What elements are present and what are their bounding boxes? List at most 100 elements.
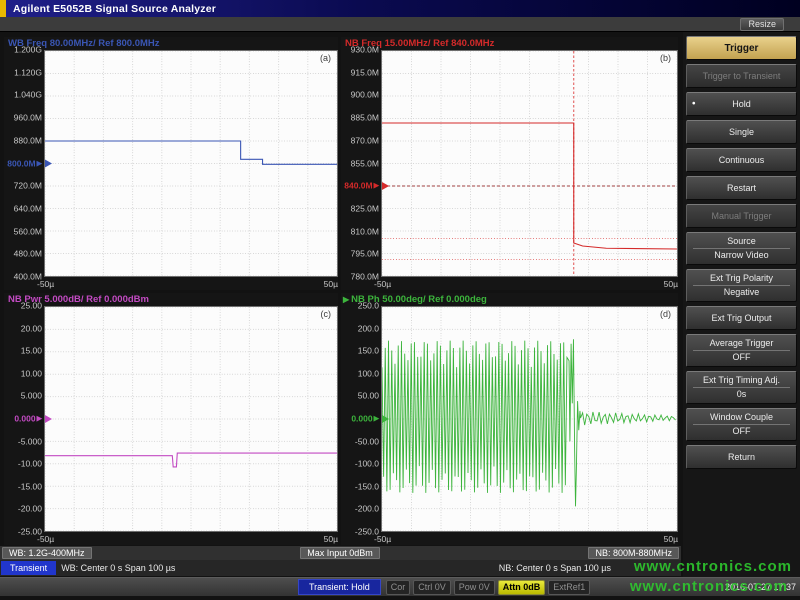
y-tick-label: 480.0M	[14, 250, 42, 259]
y-tick-label: -250.0	[355, 528, 379, 537]
status-datetime: 2016-07-27 17:37	[725, 582, 796, 592]
softkey-label: Trigger to Transient	[703, 71, 781, 82]
softkey-restart[interactable]: Restart	[686, 176, 797, 200]
y-tick-label: 720.0M	[14, 182, 42, 191]
y-tick-label: 885.0M	[351, 114, 379, 123]
y-tick-label: 915.0M	[351, 68, 379, 77]
softkey-return[interactable]: Return	[686, 445, 797, 469]
y-axis: 25.0020.0015.0010.005.0000.000▶-5.000-10…	[4, 306, 44, 532]
y-tick-label: -25.00	[18, 528, 42, 537]
x-tick-max: 50µ	[324, 534, 338, 545]
softkey-label: Hold	[732, 99, 751, 110]
x-tick-max: 50µ	[664, 534, 678, 545]
plot-area: (c)	[44, 306, 338, 532]
ref-marker-icon: ▶	[374, 415, 379, 424]
softkey-source[interactable]: SourceNarrow Video	[686, 232, 797, 265]
status-indicator-pow-0v: Pow 0V	[454, 580, 495, 595]
y-axis: 1.200G1.120G1.040G960.0M880.0M800.0M▶720…	[4, 50, 44, 277]
chart-panel-nb-phase[interactable]: ▶ NB Ph 50.00deg/ Ref 0.000deg 250.0200.…	[341, 293, 678, 545]
status-bar: Transient: Hold CorCtrl 0VPow 0VAttn 0dB…	[0, 577, 800, 596]
trace-plot	[382, 307, 677, 531]
y-tick-label: 400.0M	[14, 273, 42, 282]
y-tick-label: 560.0M	[14, 227, 42, 236]
y-tick-label: 1.040G	[14, 91, 42, 100]
y-tick-label: 960.0M	[14, 114, 42, 123]
softkey-value: Negative	[693, 285, 790, 298]
y-tick-label: 810.0M	[351, 227, 379, 236]
status-indicator-attn-0db: Attn 0dB	[498, 580, 546, 595]
x-tick-max: 50µ	[664, 279, 678, 290]
panel-label: (c)	[321, 309, 332, 319]
softkey-label: Ext Trig Polarity	[710, 273, 773, 284]
y-tick-label: 0.000▶	[14, 415, 42, 424]
chart-title: ▶ NB Ph 50.00deg/ Ref 0.000deg	[341, 293, 678, 306]
status-indicator-extref1: ExtRef1	[548, 580, 590, 595]
status-indicator-cor: Cor	[386, 580, 411, 595]
y-axis: 930.0M915.0M900.0M885.0M870.0M855.0M840.…	[341, 50, 381, 277]
max-input-label: Max Input 0dBm	[300, 547, 380, 559]
softkey-ext-trig-timing-adj[interactable]: Ext Trig Timing Adj.0s	[686, 371, 797, 404]
trace-plot	[45, 307, 337, 531]
softkey-value: 0s	[693, 387, 790, 400]
softkey-value: Narrow Video	[693, 248, 790, 261]
y-tick-label: 10.00	[21, 369, 42, 378]
ref-marker-icon: ▶	[37, 159, 42, 168]
x-axis: -50µ 50µ	[4, 532, 338, 545]
app-title: Agilent E5052B Signal Source Analyzer	[13, 3, 216, 15]
softkey-label: Continuous	[719, 155, 765, 166]
sweep-bar: Transient WB: Center 0 s Span 100 µs NB:…	[0, 560, 681, 576]
softkey-label: Manual Trigger	[711, 211, 771, 222]
y-tick-label: 250.0	[358, 302, 379, 311]
chart-panel-nb-freq[interactable]: NB Freq 15.00MHz/ Ref 840.0MHz 930.0M 915…	[341, 37, 678, 290]
trace-plot	[382, 51, 677, 276]
softkey-label: Return	[728, 452, 755, 463]
resize-button[interactable]: Resize	[740, 18, 784, 31]
nb-range-label: NB: 800M-880MHz	[588, 547, 679, 559]
nb-sweep-label: NB: Center 0 s Span 100 µs	[499, 563, 611, 573]
ref-marker-icon: ▶	[374, 182, 379, 191]
plot-area: (d)	[381, 306, 678, 532]
chart-title: NB Pwr 5.000dB/ Ref 0.000dBm	[4, 293, 338, 306]
status-indicators: CorCtrl 0VPow 0VAttn 0dBExtRef1	[386, 580, 591, 595]
trigger-status-badge: Transient: Hold	[298, 579, 381, 595]
y-tick-label: 795.0M	[351, 250, 379, 259]
chart-title: NB Freq 15.00MHz/ Ref 840.0MHz	[341, 37, 678, 50]
softkey-trigger-to-transient: Trigger to Transient	[686, 64, 797, 88]
softkey-single[interactable]: Single	[686, 120, 797, 144]
y-tick-label: 150.0	[358, 347, 379, 356]
analyzer-screen: Agilent E5052B Signal Source Analyzer Re…	[0, 0, 800, 600]
softkey-label: Ext Trig Output	[711, 313, 771, 324]
x-axis: -50µ 50µ	[341, 277, 678, 290]
y-tick-label: 870.0M	[351, 136, 379, 145]
x-axis: -50µ 50µ	[341, 532, 678, 545]
softkey-window-couple[interactable]: Window CoupleOFF	[686, 408, 797, 441]
softkey-ext-trig-polarity[interactable]: Ext Trig PolarityNegative	[686, 269, 797, 302]
x-axis: -50µ 50µ	[4, 277, 338, 290]
y-tick-label: 930.0M	[351, 46, 379, 55]
y-tick-label: 780.0M	[351, 273, 379, 282]
y-tick-label: 855.0M	[351, 159, 379, 168]
softkey-continuous[interactable]: Continuous	[686, 148, 797, 172]
menu-title-trigger: Trigger	[686, 36, 797, 60]
chart-panel-wb-freq[interactable]: WB Freq 80.00MHz/ Ref 800.0MHz 1.200G1.1…	[4, 37, 338, 290]
range-bar: WB: 1.2G-400MHz Max Input 0dBm NB: 800M-…	[0, 546, 681, 560]
softkey-hold[interactable]: Hold	[686, 92, 797, 116]
softkey-value: OFF	[693, 350, 790, 363]
y-tick-label: 800.0M▶	[7, 159, 42, 168]
softkey-average-trigger[interactable]: Average TriggerOFF	[686, 334, 797, 367]
softkey-value: OFF	[693, 424, 790, 437]
wb-sweep-label: WB: Center 0 s Span 100 µs	[61, 563, 175, 573]
softkey-ext-trig-output[interactable]: Ext Trig Output	[686, 306, 797, 330]
softkey-label: Single	[729, 127, 754, 138]
y-tick-label: 20.00	[21, 324, 42, 333]
measurement-mode-badge: Transient	[1, 561, 56, 575]
y-tick-label: 1.200G	[14, 46, 42, 55]
y-tick-label: -10.00	[18, 460, 42, 469]
y-tick-label: 50.00	[358, 392, 379, 401]
y-tick-label: 25.00	[21, 302, 42, 311]
y-tick-label: 15.00	[21, 347, 42, 356]
panel-label: (b)	[660, 53, 671, 63]
trace-plot	[45, 51, 337, 276]
y-tick-label: 840.0M▶	[344, 182, 379, 191]
chart-panel-nb-power[interactable]: NB Pwr 5.000dB/ Ref 0.000dBm 25.00 20.00 1…	[4, 293, 338, 545]
